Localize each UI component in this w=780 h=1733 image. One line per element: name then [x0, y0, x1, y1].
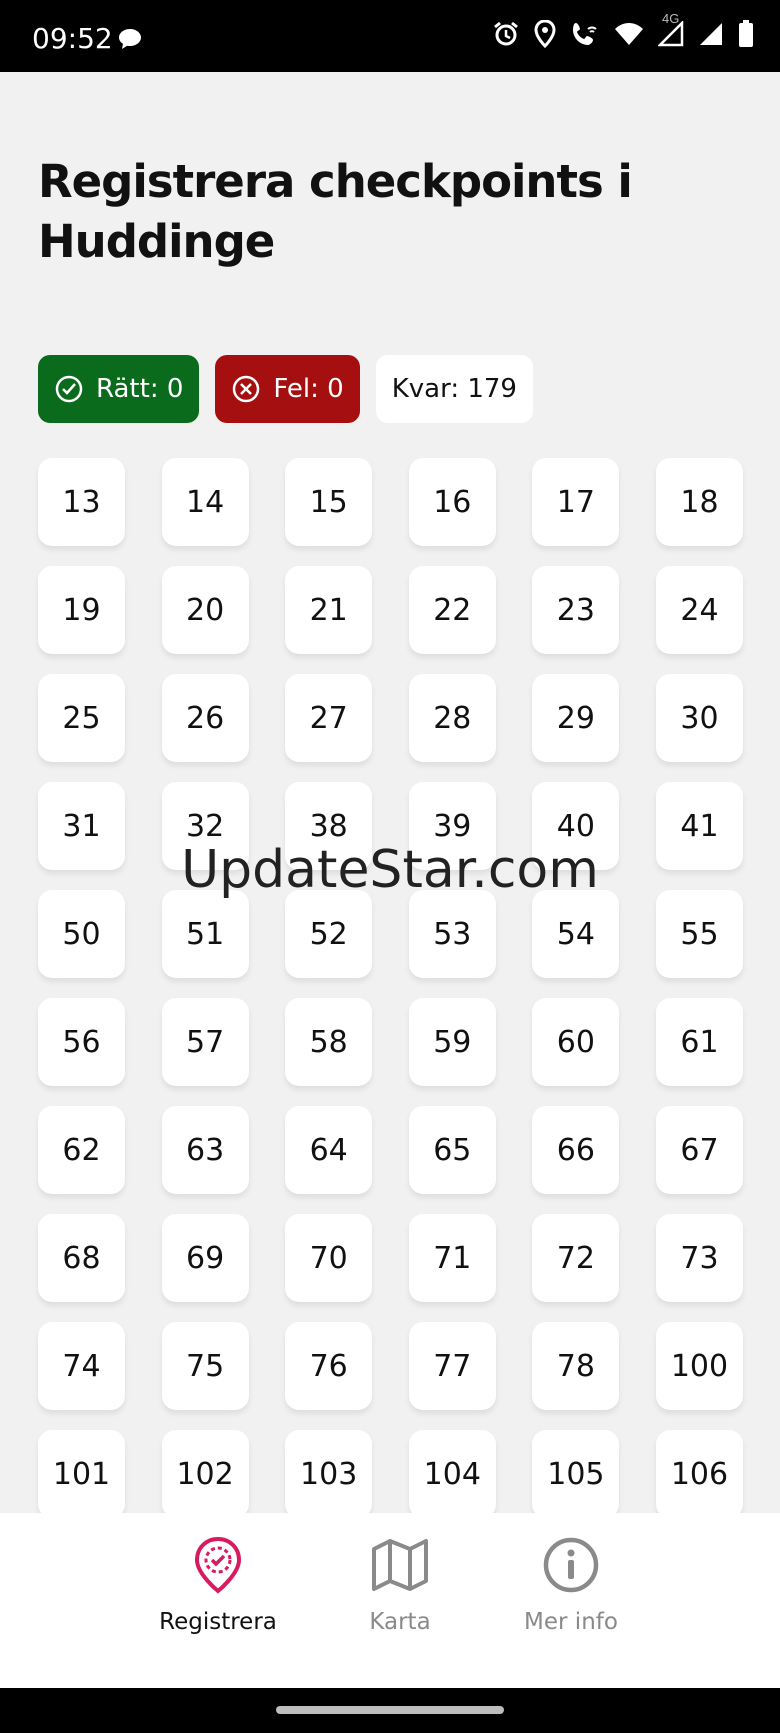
checkpoint-button[interactable]: 53: [408, 890, 496, 978]
info-icon: [543, 1537, 599, 1593]
checkpoint-button[interactable]: 72: [532, 1214, 620, 1302]
checkpoint-button[interactable]: 38: [285, 782, 373, 870]
checkpoint-button[interactable]: 61: [655, 998, 743, 1086]
checkpoint-button[interactable]: 52: [285, 890, 373, 978]
checkpoint-button[interactable]: 71: [408, 1214, 496, 1302]
nav-mer-info-label: Mer info: [524, 1609, 618, 1635]
checkpoint-button[interactable]: 40: [532, 782, 620, 870]
checkpoint-button[interactable]: 104: [408, 1430, 496, 1513]
check-circle-icon: [55, 375, 83, 403]
x-circle-icon: [233, 375, 260, 403]
wrong-badge: Fel: 0: [215, 355, 360, 423]
bottom-navigation: Registrera Karta Mer info: [0, 1513, 780, 1688]
checkpoint-button[interactable]: 73: [655, 1214, 743, 1302]
wifi-icon: [614, 22, 644, 46]
score-badges: Rätt: 0 Fel: 0 Kvar: 179: [38, 355, 533, 423]
checkpoint-button[interactable]: 78: [532, 1322, 620, 1410]
checkpoint-button[interactable]: 51: [161, 890, 249, 978]
page-title: Registrera checkpoints i Huddinge: [38, 155, 633, 268]
status-bar: 09:52 4G: [0, 0, 780, 72]
checkpoint-button[interactable]: 27: [285, 674, 373, 762]
gesture-bar: [0, 1688, 780, 1733]
checkpoint-button[interactable]: 31: [38, 782, 125, 870]
checkpoint-button[interactable]: 58: [285, 998, 373, 1086]
checkpoint-button[interactable]: 39: [408, 782, 496, 870]
remaining-badge: Kvar: 179: [375, 355, 533, 423]
checkpoint-button[interactable]: 22: [408, 566, 496, 654]
checkpoint-button[interactable]: 57: [161, 998, 249, 1086]
checkpoint-button[interactable]: 69: [161, 1214, 249, 1302]
nav-registrera[interactable]: Registrera: [138, 1535, 298, 1635]
checkpoint-button[interactable]: 56: [38, 998, 125, 1086]
checkpoint-button[interactable]: 13: [38, 458, 125, 546]
correct-badge: Rätt: 0: [38, 355, 200, 423]
checkpoint-button[interactable]: 14: [161, 458, 249, 546]
checkpoint-button[interactable]: 50: [38, 890, 125, 978]
checkpoint-button[interactable]: 106: [655, 1430, 743, 1513]
checkpoint-button[interactable]: 23: [532, 566, 620, 654]
checkpoint-button[interactable]: 16: [408, 458, 496, 546]
checkpoint-button[interactable]: 76: [285, 1322, 373, 1410]
checkpoint-button[interactable]: 101: [38, 1430, 125, 1513]
checkpoint-button[interactable]: 25: [38, 674, 125, 762]
checkpoint-button[interactable]: 102: [161, 1430, 249, 1513]
status-time: 09:52: [32, 22, 113, 55]
checkpoint-button[interactable]: 67: [655, 1106, 743, 1194]
location-icon: [534, 20, 556, 48]
checkpoint-button[interactable]: 26: [161, 674, 249, 762]
checkpoint-button[interactable]: 68: [38, 1214, 125, 1302]
checkpoint-button[interactable]: 77: [408, 1322, 496, 1410]
checkpoint-button[interactable]: 17: [532, 458, 620, 546]
checkpoint-button[interactable]: 24: [655, 566, 743, 654]
nav-karta-label: Karta: [369, 1609, 431, 1635]
checkpoint-button[interactable]: 29: [532, 674, 620, 762]
checkpoint-button[interactable]: 15: [285, 458, 373, 546]
checkpoint-button[interactable]: 65: [408, 1106, 496, 1194]
checkpoint-pin-icon: [194, 1536, 242, 1594]
wrong-count: Fel: 0: [273, 374, 344, 404]
checkpoint-button[interactable]: 105: [532, 1430, 620, 1513]
map-icon: [372, 1539, 428, 1591]
cellular-4g-indicator: 4G: [658, 11, 684, 47]
checkpoint-grid: 13 14 15 16 17 18 19 20 21 22 23 24 25 26 27 28 29 30 31 32…: [38, 458, 743, 1513]
checkpoint-button[interactable]: 41: [655, 782, 743, 870]
checkpoint-button[interactable]: 103: [285, 1430, 373, 1513]
checkpoint-button[interactable]: 100: [655, 1322, 743, 1410]
nav-registrera-label: Registrera: [159, 1609, 277, 1635]
checkpoint-button[interactable]: 59: [408, 998, 496, 1086]
checkpoint-button[interactable]: 60: [532, 998, 620, 1086]
status-icons: 4G: [492, 11, 754, 48]
nav-mer-info[interactable]: Mer info: [491, 1535, 651, 1635]
checkpoint-button[interactable]: 66: [532, 1106, 620, 1194]
correct-count: Rätt: 0: [96, 374, 184, 404]
nav-karta[interactable]: Karta: [320, 1535, 480, 1635]
checkpoint-button[interactable]: 70: [285, 1214, 373, 1302]
checkpoint-button[interactable]: 75: [161, 1322, 249, 1410]
chat-bubble-icon: [118, 28, 142, 55]
remaining-count: Kvar: 179: [391, 374, 517, 404]
checkpoint-button[interactable]: 62: [38, 1106, 125, 1194]
checkpoint-button[interactable]: 21: [285, 566, 373, 654]
signal-icon: [698, 21, 724, 47]
home-gesture-handle[interactable]: [276, 1706, 504, 1714]
checkpoint-button[interactable]: 54: [532, 890, 620, 978]
checkpoint-button[interactable]: 64: [285, 1106, 373, 1194]
checkpoint-button[interactable]: 28: [408, 674, 496, 762]
checkpoint-button[interactable]: 55: [655, 890, 743, 978]
network-type: 4G: [662, 11, 680, 26]
checkpoint-button[interactable]: 30: [655, 674, 743, 762]
checkpoint-button[interactable]: 63: [161, 1106, 249, 1194]
battery-icon: [738, 20, 754, 48]
wifi-call-icon: [570, 20, 600, 48]
checkpoint-button[interactable]: 18: [655, 458, 743, 546]
checkpoint-button[interactable]: 20: [161, 566, 249, 654]
alarm-icon: [492, 20, 520, 48]
checkpoint-button[interactable]: 74: [38, 1322, 125, 1410]
checkpoint-list[interactable]: 13 14 15 16 17 18 19 20 21 22 23 24 25 26 27 28 29 30 31 32…: [0, 440, 780, 1513]
checkpoint-button[interactable]: 19: [38, 566, 125, 654]
checkpoint-button[interactable]: 32: [161, 782, 249, 870]
